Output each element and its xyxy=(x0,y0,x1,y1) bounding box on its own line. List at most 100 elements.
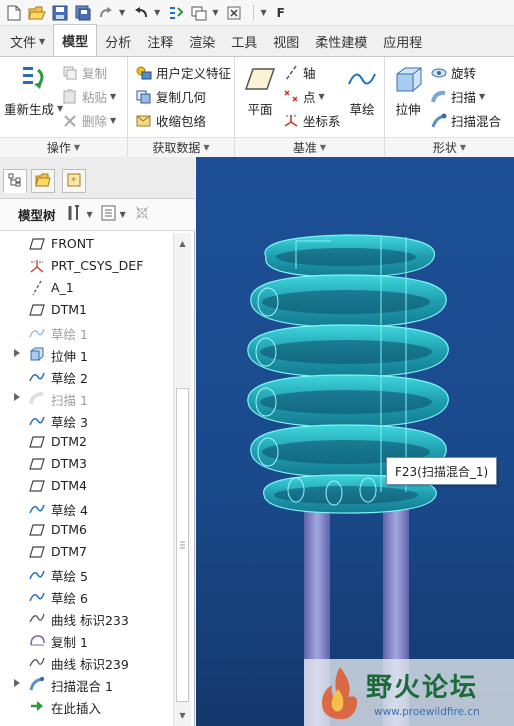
scroll-down-icon[interactable]: ▼ xyxy=(174,707,191,724)
tree-item[interactable]: 草绘 6 xyxy=(0,585,172,607)
tree-item[interactable]: 草绘 2 xyxy=(0,365,172,387)
tree-item-label: FRONT xyxy=(51,236,94,251)
revolve-button[interactable]: 旋转 xyxy=(431,63,476,82)
copy-geometry-button[interactable]: 复制几何 xyxy=(136,87,206,106)
tab-render[interactable]: 渲染 xyxy=(181,26,223,56)
expand-arrow-icon[interactable] xyxy=(14,679,20,687)
windows-dropdown-icon[interactable]: ▼ xyxy=(212,8,218,17)
graphics-window[interactable]: F23(扫描混合_1) 野火论坛 www.proewildfire.cn xyxy=(196,157,514,726)
paste-icon xyxy=(62,89,78,105)
tree-item[interactable]: A_1 xyxy=(0,277,172,299)
udf-button[interactable]: 用户定义特征 xyxy=(136,63,231,82)
model-tree-scrollbar[interactable]: ▲ ▼ xyxy=(173,233,191,726)
tree-filter-button[interactable] xyxy=(134,205,150,224)
tree-item[interactable]: DTM6 xyxy=(0,519,172,541)
chevron-down-icon: ▼ xyxy=(203,143,210,152)
axis-button[interactable]: 轴 xyxy=(283,63,316,82)
scroll-thumb[interactable] xyxy=(176,388,189,702)
tree-item[interactable]: DTM2 xyxy=(0,431,172,453)
group-operations-label[interactable]: 操作 ▼ xyxy=(0,137,127,157)
tab-view[interactable]: 视图 xyxy=(265,26,307,56)
swept-blend-button[interactable]: 扫描混合 xyxy=(431,111,501,130)
tree-item[interactable]: 拉伸 1 xyxy=(0,343,172,365)
paste-button[interactable]: 粘贴 ▼ xyxy=(62,87,116,106)
tree-item[interactable]: DTM4 xyxy=(0,475,172,497)
sketch-icon xyxy=(29,324,45,340)
tree-item-label: DTM3 xyxy=(51,456,87,471)
datum-plane-icon xyxy=(29,302,45,318)
folder-browser-tab[interactable] xyxy=(31,169,55,193)
tree-settings-button[interactable]: ▼ xyxy=(66,205,93,224)
sweep-button[interactable]: 扫描 ▼ xyxy=(431,87,485,106)
tree-item[interactable]: 曲线 标识239 xyxy=(0,651,172,673)
tab-applications-label: 应用程 xyxy=(383,35,423,51)
tree-item-label: 扫描 1 xyxy=(51,393,88,408)
close-icon[interactable] xyxy=(224,3,244,23)
spring-model[interactable] xyxy=(196,157,514,726)
tab-flexible-modeling-label: 柔性建模 xyxy=(315,35,368,51)
revolve-label: 旋转 xyxy=(451,66,477,81)
tab-model[interactable]: 模型 xyxy=(53,24,98,56)
tree-item-label: 在此插入 xyxy=(51,701,102,716)
group-get-data-label[interactable]: 获取数据 ▼ xyxy=(128,137,234,157)
regenerate-icon[interactable] xyxy=(166,3,186,23)
tab-file[interactable]: 文件 ▼ xyxy=(2,26,53,56)
tree-show-button[interactable]: ▼ xyxy=(101,205,126,224)
tree-item[interactable]: DTM3 xyxy=(0,453,172,475)
open-icon[interactable] xyxy=(27,3,47,23)
group-datum-label[interactable]: 基准 ▼ xyxy=(235,137,384,157)
tree-item[interactable]: 草绘 5 xyxy=(0,563,172,585)
model-tree-icon xyxy=(8,173,22,190)
tree-item[interactable]: 草绘 4 xyxy=(0,497,172,519)
redo-dropdown-icon[interactable]: ▼ xyxy=(119,8,125,17)
shrinkwrap-button[interactable]: 收缩包络 xyxy=(136,111,206,130)
group-shapes-label[interactable]: 形状 ▼ xyxy=(385,137,514,157)
new-icon[interactable] xyxy=(4,3,24,23)
csys-button[interactable]: 坐标系 xyxy=(283,111,341,130)
redo-icon[interactable] xyxy=(96,3,116,23)
tree-item[interactable]: FRONT xyxy=(0,233,172,255)
tree-item[interactable]: 曲线 标识233 xyxy=(0,607,172,629)
tree-item[interactable]: 在此插入 xyxy=(0,695,172,717)
tab-tools[interactable]: 工具 xyxy=(223,26,265,56)
undo-dropdown-icon[interactable]: ▼ xyxy=(154,8,160,17)
tree-item[interactable]: DTM1 xyxy=(0,299,172,321)
tree-item[interactable]: PRT_CSYS_DEF xyxy=(0,255,172,277)
paste-label: 粘贴 xyxy=(82,90,108,105)
model-tree-toolbar: 模型树 ▼ ▼ xyxy=(0,199,195,231)
plane-button[interactable]: 平面 xyxy=(243,63,277,118)
expand-arrow-icon[interactable] xyxy=(14,393,20,401)
save-copy-icon[interactable] xyxy=(73,3,93,23)
sketch-icon xyxy=(29,412,45,428)
regenerate-button[interactable]: 重新生成 ▼ xyxy=(4,63,63,118)
tab-applications[interactable]: 应用程 xyxy=(375,26,430,56)
undo-icon[interactable] xyxy=(131,3,151,23)
datum-plane-icon xyxy=(29,434,45,450)
delete-button[interactable]: 删除 ▼ xyxy=(62,111,116,130)
tree-item[interactable]: 草绘 1 xyxy=(0,321,172,343)
point-button[interactable]: 点 ▼ xyxy=(283,87,325,106)
tree-item[interactable]: 草绘 3 xyxy=(0,409,172,431)
save-icon[interactable] xyxy=(50,3,70,23)
customize-icon[interactable]: ▼ xyxy=(260,8,266,17)
navigator-panel: * 模型树 ▼ ▼ FRONT PRT_CSYS_DEF A_1 DTM1 草绘 1 拉伸… xyxy=(0,157,195,726)
scroll-up-icon[interactable]: ▲ xyxy=(174,235,191,252)
navigator-tabs: * xyxy=(0,157,195,199)
tab-flexible-modeling[interactable]: 柔性建模 xyxy=(307,26,375,56)
tree-item[interactable]: 扫描混合 1 xyxy=(0,673,172,695)
model-tree-tab[interactable] xyxy=(3,169,27,193)
tab-analysis[interactable]: 分析 xyxy=(97,26,139,56)
tree-item[interactable]: 复制 1 xyxy=(0,629,172,651)
extrude-button[interactable]: 拉伸 xyxy=(391,63,425,118)
expand-arrow-icon[interactable] xyxy=(14,349,20,357)
group-operations-label-text: 操作 xyxy=(46,141,71,155)
sketch-button[interactable]: 草绘 xyxy=(345,63,379,118)
windows-icon[interactable] xyxy=(189,3,209,23)
tree-item[interactable]: DTM7 xyxy=(0,541,172,563)
favorites-tab[interactable]: * xyxy=(62,169,86,193)
tab-annotate[interactable]: 注释 xyxy=(139,26,181,56)
group-get-data-label-text: 获取数据 xyxy=(152,141,201,155)
shrinkwrap-label: 收缩包络 xyxy=(156,114,207,129)
tree-item[interactable]: 扫描 1 xyxy=(0,387,172,409)
copy-button[interactable]: 复制 xyxy=(62,63,107,82)
